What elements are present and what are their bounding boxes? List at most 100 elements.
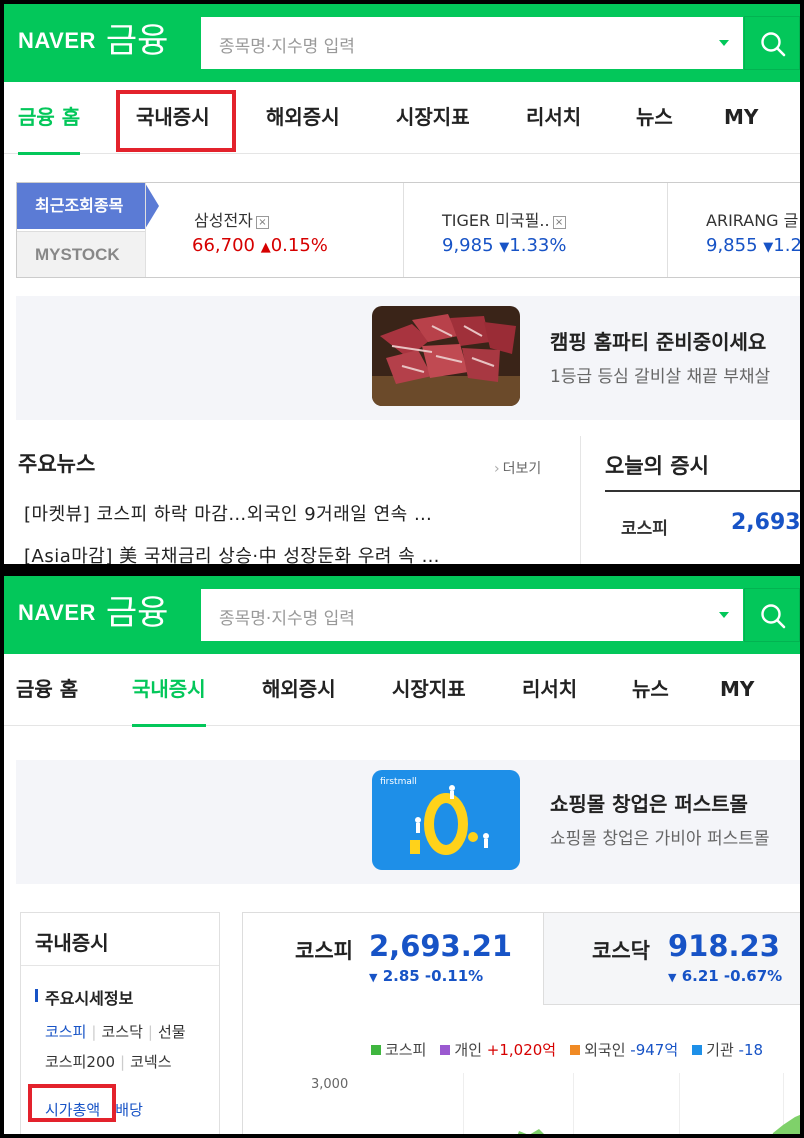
stock-price: 9,985 bbox=[442, 235, 494, 256]
autocomplete-toggle-icon[interactable] bbox=[719, 40, 729, 46]
tab-domestic-stocks[interactable]: 국내증시 bbox=[136, 82, 210, 154]
tab-overseas-stocks[interactable]: 해외증시 bbox=[266, 82, 340, 154]
section-title: 오늘의 증시 bbox=[605, 454, 709, 478]
stock-price: 66,700 bbox=[192, 235, 255, 256]
tab-overseas-stocks[interactable]: 해외증시 bbox=[262, 654, 336, 726]
ad-description: 1등급 등심 갈비살 채끝 부채살 bbox=[550, 367, 771, 387]
legend-value: -947억 bbox=[630, 1041, 679, 1059]
screenshot-panel-bottom: NAVER 금융 종목명·지수명 입력 금융 홈 국내증시 해외증시 시장지표 … bbox=[0, 572, 804, 1138]
header-bar: NAVER 금융 종목명·지수명 입력 bbox=[4, 4, 800, 82]
ad-thumbnail-firstmall: firstmall bbox=[372, 770, 520, 870]
sidebar-item-futures[interactable]: 선물 bbox=[158, 1023, 186, 1041]
tab-finance-home[interactable]: 금융 홈 bbox=[16, 654, 78, 726]
chart-legend: 코스피 개인 +1,020억 외국인 -947억 기관 -18 bbox=[371, 1039, 763, 1060]
kospi-change: 2.85 -0.11% bbox=[382, 967, 484, 985]
sidebar-item-kospi[interactable]: 코스피 bbox=[45, 1023, 86, 1041]
stock-name-wrap: ARIRANG 글 bbox=[706, 207, 798, 231]
ad-banner[interactable]: 캠핑 홈파티 준비중이세요 1등급 등심 갈비살 채끝 부채살 bbox=[16, 296, 800, 420]
separator: | bbox=[120, 1053, 126, 1071]
more-link[interactable]: 더보기 bbox=[494, 458, 542, 478]
search-placeholder: 종목명·지수명 입력 bbox=[219, 609, 355, 629]
divider bbox=[21, 965, 219, 966]
sidebar-item-dividend[interactable]: 배당 bbox=[115, 1101, 143, 1119]
legend-individual: 개인 +1,020억 bbox=[440, 1039, 556, 1060]
stock-name: 삼성전자 bbox=[194, 211, 253, 230]
ad-description: 쇼핑몰 창업은 가비아 퍼스트몰 bbox=[550, 829, 770, 849]
search-button[interactable] bbox=[744, 588, 800, 642]
legend-swatch bbox=[371, 1045, 381, 1055]
search-icon bbox=[761, 32, 786, 57]
stock-name-wrap: 삼성전자 × bbox=[194, 207, 269, 231]
search-button[interactable] bbox=[744, 16, 800, 70]
ad-title: 캠핑 홈파티 준비중이세요 bbox=[550, 330, 767, 354]
divider bbox=[605, 490, 800, 492]
kospi-label[interactable]: 코스피 bbox=[621, 514, 668, 539]
down-arrow-icon: ▼ bbox=[499, 240, 510, 255]
screenshot-panel-top: NAVER 금융 종목명·지수명 입력 금융 홈 국내증시 해외증시 시장지표 … bbox=[0, 0, 804, 568]
tab-market-indicators[interactable]: 시장지표 bbox=[396, 82, 470, 154]
stock-change: 1.2 bbox=[773, 235, 802, 256]
news-item[interactable]: [Asia마감] 美 국채금리 상승·中 성장둔화 우려 속 … bbox=[24, 542, 554, 564]
header-bar: NAVER 금융 종목명·지수명 입력 bbox=[4, 576, 800, 654]
sidebar-item-market-cap[interactable]: 시가총액 bbox=[45, 1101, 100, 1119]
tab-news[interactable]: 뉴스 bbox=[636, 82, 673, 154]
finance-logo-text: 금융 bbox=[105, 593, 169, 633]
legend-value: +1,020억 bbox=[486, 1041, 557, 1059]
legend-label: 개인 bbox=[454, 1041, 483, 1059]
stock-price-wrap: 9,985 ▼1.33% bbox=[442, 235, 566, 256]
ad-thumbnail-meat bbox=[372, 306, 520, 406]
sidebar-item-kospi200[interactable]: 코스피200 bbox=[45, 1053, 115, 1071]
legend-foreign: 외국인 -947억 bbox=[570, 1039, 678, 1060]
search-input[interactable]: 종목명·지수명 입력 bbox=[200, 16, 744, 70]
tab-recent-stocks[interactable]: 최근조회종목 bbox=[17, 183, 159, 229]
stock-price-wrap: 9,855 ▼1.2 bbox=[706, 235, 802, 256]
legend-swatch bbox=[692, 1045, 703, 1055]
kosdaq-change: 6.21 -0.67% bbox=[681, 967, 783, 985]
tab-market-indicators[interactable]: 시장지표 bbox=[392, 654, 466, 726]
kosdaq-card[interactable]: 코스닥 918.23 ▼ 6.21 -0.67% bbox=[543, 913, 800, 1005]
tab-news[interactable]: 뉴스 bbox=[632, 654, 669, 726]
search-placeholder: 종목명·지수명 입력 bbox=[219, 37, 355, 57]
legend-kospi: 코스피 bbox=[371, 1039, 426, 1060]
sidebar-item-kosdaq[interactable]: 코스닥 bbox=[101, 1023, 142, 1041]
separator: | bbox=[91, 1023, 97, 1041]
domestic-market-sidebar: 국내증시 주요시세정보 코스피|코스닥|선물 코스피200|코넥스 시가총액|배… bbox=[20, 912, 220, 1134]
naver-finance-logo[interactable]: NAVER 금융 bbox=[18, 24, 168, 58]
recent-stock-item[interactable]: TIGER 미국필.. × 9,985 ▼1.33% bbox=[403, 183, 667, 277]
up-arrow-icon: ▲ bbox=[260, 240, 271, 255]
ad-title: 쇼핑몰 창업은 퍼스트몰 bbox=[550, 792, 748, 816]
search-input[interactable]: 종목명·지수명 입력 bbox=[200, 588, 744, 642]
tab-my[interactable]: MY bbox=[724, 82, 758, 154]
kospi-value: 2,693. bbox=[731, 510, 804, 535]
tab-domestic-stocks[interactable]: 국내증시 bbox=[132, 654, 206, 727]
tab-finance-home[interactable]: 금융 홈 bbox=[18, 82, 81, 155]
sidebar-section-title: 주요시세정보 bbox=[35, 985, 133, 1009]
stock-name: TIGER 미국필.. bbox=[442, 211, 550, 230]
legend-swatch bbox=[440, 1045, 451, 1055]
kospi-value: 2,693.21 bbox=[369, 929, 513, 963]
legend-label: 기관 bbox=[706, 1041, 734, 1059]
news-item[interactable]: [마켓뷰] 코스피 하락 마감…외국인 9거래일 연속 … bbox=[24, 500, 554, 526]
sidebar-item-konex[interactable]: 코넥스 bbox=[130, 1053, 171, 1071]
remove-icon[interactable]: × bbox=[255, 216, 269, 229]
tab-my[interactable]: MY bbox=[720, 654, 754, 726]
sidebar-links-row: 시가총액 | 배당 bbox=[45, 1099, 143, 1120]
tab-research[interactable]: 리서치 bbox=[522, 654, 577, 726]
finance-logo-text: 금융 bbox=[105, 21, 169, 61]
ad-banner[interactable]: firstmall 쇼핑몰 창업은 퍼스트몰 쇼핑몰 창업은 가비아 퍼스트몰 bbox=[16, 760, 800, 884]
legend-value: -18 bbox=[738, 1041, 764, 1059]
recent-stock-item[interactable]: ARIRANG 글 9,855 ▼1.2 bbox=[667, 183, 802, 277]
legend-label: 외국인 bbox=[584, 1041, 626, 1059]
main-nav: 금융 홈 국내증시 해외증시 시장지표 리서치 뉴스 MY bbox=[4, 654, 800, 727]
sidebar-links-row: 코스피200 | 코넥스 bbox=[45, 1051, 172, 1072]
market-chart bbox=[517, 1114, 800, 1134]
legend-institution: 기관 -18 bbox=[692, 1039, 763, 1060]
naver-finance-logo[interactable]: NAVER 금융 bbox=[18, 596, 168, 630]
tab-research[interactable]: 리서치 bbox=[526, 82, 581, 154]
autocomplete-toggle-icon[interactable] bbox=[719, 612, 729, 618]
recent-stock-item[interactable]: 삼성전자 × 66,700 ▲0.15% bbox=[145, 183, 405, 277]
remove-icon[interactable]: × bbox=[552, 216, 566, 229]
kospi-card[interactable]: 코스피 2,693.21 ▼ 2.85 -0.11% bbox=[243, 913, 543, 1005]
ad-brand-text: firstmall bbox=[380, 777, 417, 787]
tab-mystock[interactable]: MYSTOCK bbox=[17, 231, 145, 277]
